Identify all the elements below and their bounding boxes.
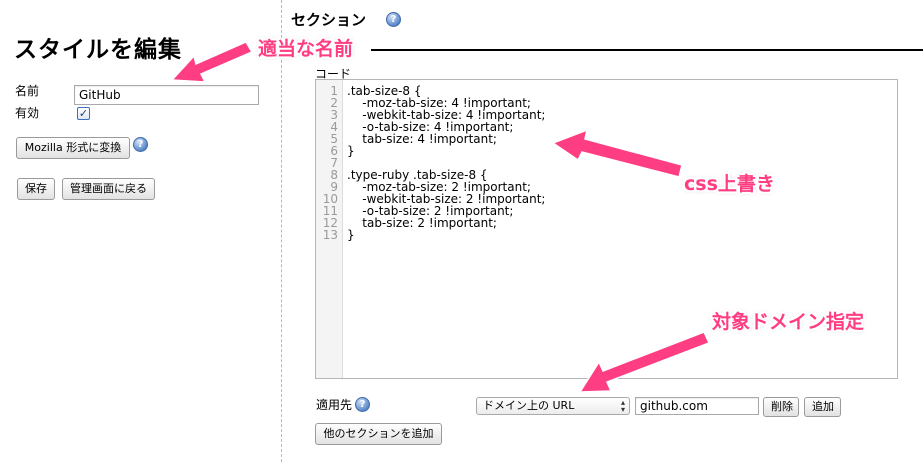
domain-arrow-icon xyxy=(578,331,711,393)
domain-annotation: 対象ドメイン指定 xyxy=(712,311,865,333)
annotation-arrows xyxy=(170,41,711,393)
name-annotation: 適当な名前 xyxy=(258,38,354,60)
name-arrow-icon xyxy=(170,41,254,83)
css-arrow-icon xyxy=(551,128,683,178)
css-annotation: css上書き xyxy=(684,173,775,195)
